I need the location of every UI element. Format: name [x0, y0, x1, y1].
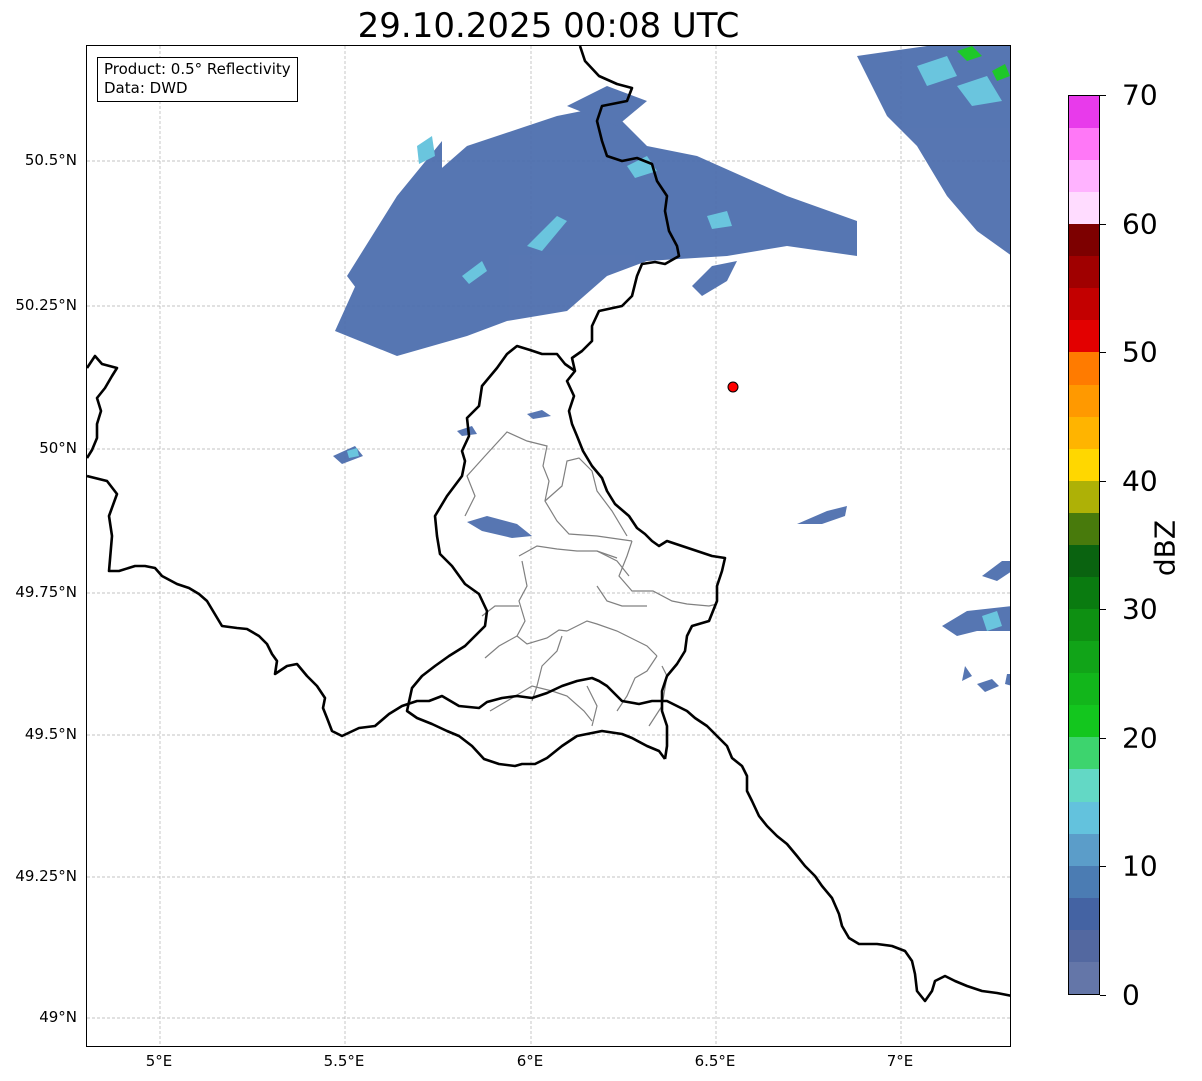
colorbar-segment	[1069, 673, 1099, 706]
colorbar-tick	[1100, 738, 1106, 739]
colorbar-segment	[1069, 384, 1099, 417]
lon-label: 5°E	[145, 1052, 173, 1070]
colorbar-tick-label: 30	[1122, 592, 1158, 626]
reflectivity-echoes	[333, 46, 1010, 692]
colorbar-tick	[1100, 224, 1106, 225]
colorbar-segment	[1069, 95, 1099, 128]
lat-label: 49.25°N	[15, 867, 77, 885]
map-canvas	[87, 46, 1010, 1046]
lat-label: 49.75°N	[15, 583, 77, 601]
colorbar-tick-label: 60	[1122, 207, 1158, 241]
colorbar-segment	[1069, 256, 1099, 289]
colorbar-segment	[1069, 544, 1099, 577]
colorbar-segment	[1069, 769, 1099, 802]
colorbar-tick	[1100, 95, 1106, 96]
colorbar-tick-label: 50	[1122, 335, 1158, 369]
colorbar-tick-label: 0	[1122, 978, 1140, 1012]
colorbar-segment	[1069, 352, 1099, 385]
colorbar-segment	[1069, 576, 1099, 610]
lat-label: 49.5°N	[24, 725, 77, 743]
colorbar-segment	[1069, 448, 1099, 481]
district-boundaries	[464, 431, 718, 727]
colorbar-segment	[1069, 288, 1099, 321]
lat-label: 50.5°N	[24, 151, 77, 169]
colorbar-tick-label: 20	[1122, 721, 1158, 755]
lat-label: 50°N	[39, 439, 77, 457]
radar-site-marker	[727, 381, 739, 393]
colorbar-segment	[1069, 192, 1099, 225]
colorbar-unit-label: dBZ	[1148, 519, 1182, 577]
colorbar-segment	[1069, 961, 1099, 994]
lon-label: 7°E	[886, 1052, 914, 1070]
colorbar-segment	[1069, 416, 1099, 449]
colorbar-tick-label: 10	[1122, 849, 1158, 883]
radar-map[interactable]	[86, 45, 1011, 1047]
colorbar-segment	[1069, 929, 1099, 962]
colorbar-segment	[1069, 224, 1099, 257]
lon-label: 5.5°E	[323, 1052, 365, 1070]
colorbar-segment	[1069, 480, 1099, 513]
map-title: 29.10.2025 00:08 UTC	[357, 6, 740, 46]
colorbar-segment	[1069, 641, 1099, 674]
colorbar-segment	[1069, 320, 1099, 353]
colorbar-tick	[1100, 866, 1106, 867]
colorbar-tick-label: 40	[1122, 464, 1158, 498]
colorbar-segment	[1069, 127, 1099, 160]
colorbar-tick	[1100, 609, 1106, 610]
lat-label: 50.25°N	[15, 296, 77, 314]
lon-label: 6.5°E	[694, 1052, 736, 1070]
colorbar-segment	[1069, 737, 1099, 770]
product-info-box: Product: 0.5° Reflectivity Data: DWD	[97, 57, 298, 102]
lon-label: 6°E	[516, 1052, 544, 1070]
colorbar-tick	[1100, 352, 1106, 353]
colorbar-segment	[1069, 705, 1099, 738]
colorbar-segment	[1069, 897, 1099, 930]
product-text: Product: 0.5° Reflectivity	[104, 60, 291, 78]
data-source-text: Data: DWD	[104, 79, 188, 97]
colorbar-segment	[1069, 512, 1099, 545]
colorbar-segment	[1069, 609, 1099, 642]
dbz-colorbar	[1068, 95, 1100, 995]
colorbar-segment	[1069, 801, 1099, 834]
colorbar-segment	[1069, 159, 1099, 193]
colorbar-tick-label: 70	[1122, 78, 1158, 112]
lat-label: 49°N	[39, 1008, 77, 1026]
colorbar-segment	[1069, 833, 1099, 866]
colorbar-segment	[1069, 865, 1099, 898]
colorbar-tick	[1100, 995, 1106, 996]
colorbar-tick	[1100, 481, 1106, 482]
